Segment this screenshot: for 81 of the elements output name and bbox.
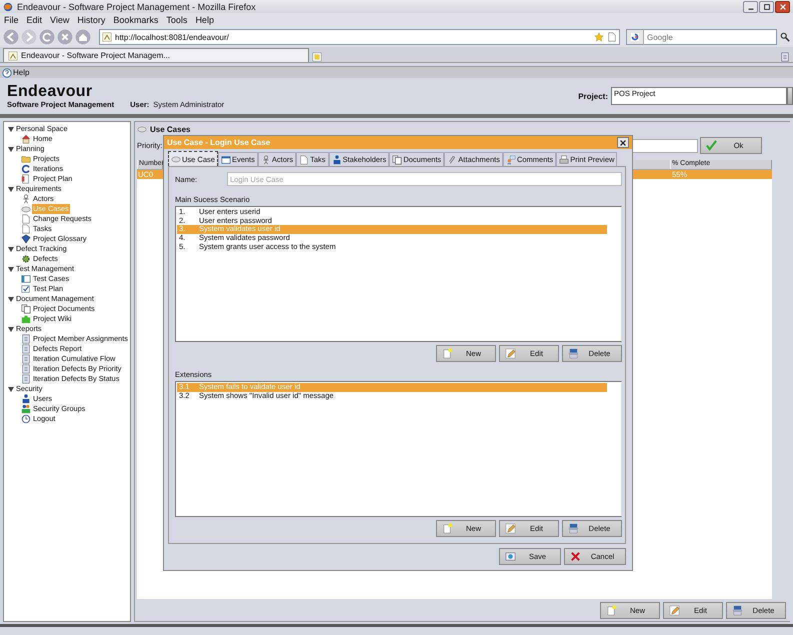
expand-arrow-icon[interactable] <box>8 267 14 272</box>
new-page-icon <box>442 348 453 358</box>
search-field[interactable]: Google <box>644 29 777 45</box>
maximize-button[interactable] <box>759 0 774 12</box>
report-icon <box>21 354 31 364</box>
cross-icon <box>570 551 581 562</box>
expand-arrow-icon[interactable] <box>8 297 14 302</box>
page-icon <box>8 50 18 60</box>
user-icon <box>332 154 342 164</box>
documents-icon <box>392 154 402 164</box>
report-icon <box>21 344 31 354</box>
project-label: Project: <box>578 92 608 100</box>
help-link[interactable]: Help <box>2 68 30 78</box>
page-icon <box>102 32 112 42</box>
user-icon <box>21 394 31 404</box>
close-button[interactable] <box>617 137 629 148</box>
printer-icon <box>559 154 570 164</box>
book-icon <box>21 234 31 244</box>
checkmark-icon <box>706 140 717 151</box>
document-icon <box>21 174 31 184</box>
person-icon <box>21 194 31 204</box>
report-icon <box>21 334 31 344</box>
puzzle-icon <box>21 314 31 324</box>
window-title: Endeavour - Software Project Management - Mozilla Firefox <box>17 2 256 12</box>
users-icon <box>21 404 31 414</box>
browser-logo-icon <box>3 2 13 12</box>
new-tab-icon[interactable] <box>312 52 322 62</box>
browser-tab[interactable]: Endeavour - Software Project Managem... <box>3 48 309 62</box>
expand-arrow-icon[interactable] <box>8 147 14 152</box>
tray-icon <box>732 604 743 616</box>
speech-bubble-icon <box>506 154 516 164</box>
maximize-icon <box>762 2 770 10</box>
close-button[interactable] <box>775 0 790 12</box>
save-icon <box>505 551 516 562</box>
expand-arrow-icon[interactable] <box>8 247 14 252</box>
clock-icon <box>21 414 31 424</box>
menu-item[interactable]: Tools <box>166 15 188 25</box>
tab-list-icon <box>780 52 790 62</box>
documents-icon <box>21 304 31 314</box>
new-page-icon <box>606 604 617 616</box>
ellipse-icon <box>21 204 31 214</box>
page-icon <box>299 154 310 164</box>
minimize-button[interactable] <box>743 0 758 12</box>
search-icon <box>780 32 790 42</box>
ellipse-icon <box>171 154 181 164</box>
report-icon <box>21 374 31 384</box>
menu-item[interactable]: File <box>4 15 19 25</box>
dialog-title: Use Case - Login Use Case <box>167 138 270 147</box>
help-icon <box>2 68 12 78</box>
tray-icon <box>568 522 579 534</box>
menu-item[interactable]: History <box>77 15 106 25</box>
search-engine-icon[interactable] <box>626 29 644 45</box>
table-icon <box>21 274 31 284</box>
window-icon <box>220 154 231 164</box>
close-icon <box>778 2 786 10</box>
gear-icon <box>21 254 31 264</box>
app-name: Endeavour <box>7 83 94 100</box>
house-icon <box>21 134 31 144</box>
expand-arrow-icon[interactable] <box>8 187 14 192</box>
expand-arrow-icon[interactable] <box>8 127 14 132</box>
menu-item[interactable]: Bookmarks <box>113 15 158 25</box>
menu-item[interactable]: Help <box>195 15 214 25</box>
pencil-icon <box>505 522 516 534</box>
expand-arrow-icon[interactable] <box>8 327 14 332</box>
pencil-icon <box>505 348 516 358</box>
report-icon <box>21 364 31 374</box>
bookmark-star-icon <box>594 32 604 42</box>
address-field[interactable]: http://localhost:8081/endeavour/ <box>99 29 620 45</box>
tray-icon <box>568 348 579 358</box>
menu-item[interactable]: View <box>50 15 70 25</box>
checklist-icon <box>21 284 31 294</box>
person-icon <box>260 154 271 164</box>
expand-arrow-icon[interactable] <box>8 387 14 392</box>
paperclip-icon <box>447 154 458 164</box>
ellipse-icon <box>137 124 147 134</box>
folder-icon <box>21 154 31 164</box>
new-page-icon <box>442 522 453 534</box>
menu-item[interactable]: Edit <box>26 15 42 25</box>
panel-title: Use Cases <box>150 124 190 134</box>
close-icon <box>619 138 627 146</box>
pencil-icon <box>669 604 680 616</box>
